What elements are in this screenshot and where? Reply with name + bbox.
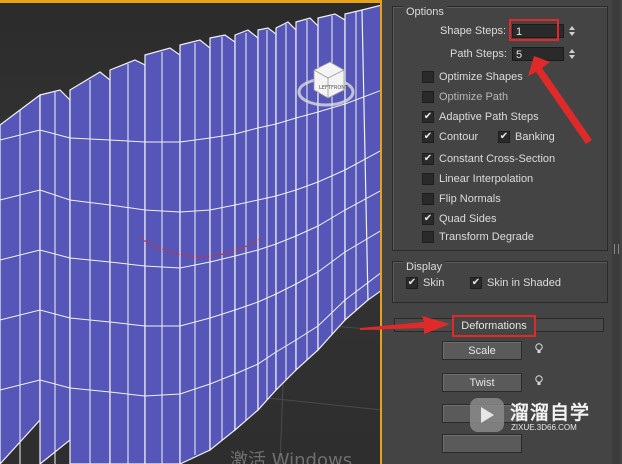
optimize-shapes-checkbox[interactable] (422, 71, 434, 83)
annotation-arrow-deformations (360, 316, 450, 334)
options-group-title: Options (403, 6, 447, 18)
constant-cross-section-checkbox[interactable]: ✔ (422, 153, 434, 165)
quad-sides-label: Quad Sides (439, 213, 497, 225)
optimize-shapes-row[interactable]: Optimize Shapes (422, 71, 523, 83)
os-watermark: 激活 Windows (230, 450, 353, 464)
linear-interpolation-row[interactable]: Linear Interpolation (422, 173, 533, 185)
scale-button[interactable]: Scale (442, 341, 522, 360)
flip-normals-label: Flip Normals (439, 193, 501, 205)
adaptive-path-steps-row[interactable]: ✔ Adaptive Path Steps (422, 111, 539, 123)
flip-normals-checkbox[interactable] (422, 193, 434, 205)
contour-row[interactable]: ✔ Contour (422, 131, 478, 143)
logo-badge-icon (470, 398, 504, 432)
viewcube-icon[interactable]: LEFT FRONT (296, 58, 356, 112)
path-steps-row: Path Steps: (450, 48, 507, 60)
scale-lightbulb-icon[interactable] (534, 343, 544, 355)
banking-row[interactable]: ✔ Banking (498, 131, 555, 143)
linear-interpolation-label: Linear Interpolation (439, 173, 534, 185)
transform-degrade-checkbox[interactable] (422, 231, 434, 243)
command-panel: Options Shape Steps: 1 Path Steps: 5 Opt… (360, 0, 622, 464)
path-steps-label: Path Steps: (450, 48, 507, 60)
contour-checkbox[interactable]: ✔ (422, 131, 434, 143)
quad-sides-row[interactable]: ✔ Quad Sides (422, 213, 496, 225)
flip-normals-row[interactable]: Flip Normals (422, 193, 501, 205)
viewcube-face-front: FRONT (331, 85, 349, 91)
shape-steps-label: Shape Steps: (440, 25, 507, 37)
twist-lightbulb-icon[interactable] (534, 375, 544, 387)
transform-degrade-row[interactable]: Transform Degrade (422, 231, 534, 243)
optimize-shapes-label: Optimize Shapes (439, 71, 523, 83)
optimize-path-label: Optimize Path (439, 91, 509, 103)
optimize-path-checkbox[interactable] (422, 91, 434, 103)
linear-interpolation-checkbox[interactable] (422, 173, 434, 185)
contour-label: Contour (439, 131, 479, 143)
viewport-active-border (0, 0, 380, 3)
skin-checkbox[interactable]: ✔ (406, 277, 418, 289)
constant-cross-section-label: Constant Cross-Section (439, 153, 556, 165)
optimize-path-row[interactable]: Optimize Path (422, 91, 508, 103)
display-group-title: Display (403, 261, 446, 273)
perspective-viewport[interactable]: LEFT FRONT 激活 Windows (0, 0, 382, 464)
constant-cross-section-row[interactable]: ✔ Constant Cross-Section (422, 153, 555, 165)
banking-checkbox[interactable]: ✔ (498, 131, 510, 143)
site-logo: 溜溜自学 ZIXUE.3D66.COM (470, 396, 591, 442)
adaptive-path-steps-checkbox[interactable]: ✔ (422, 111, 434, 123)
transform-degrade-label: Transform Degrade (439, 231, 534, 243)
skin-label: Skin (423, 277, 445, 289)
viewcube-face-left: LEFT (319, 85, 332, 91)
adaptive-path-steps-label: Adaptive Path Steps (439, 111, 539, 123)
shape-steps-row: Shape Steps: (440, 25, 506, 37)
quad-sides-checkbox[interactable]: ✔ (422, 213, 434, 225)
skin-in-shaded-row[interactable]: ✔ Skin in Shaded (470, 277, 561, 289)
logo-url: ZIXUE.3D66.COM (511, 423, 577, 432)
shape-steps-highlight (509, 19, 559, 41)
twist-button[interactable]: Twist (442, 373, 522, 392)
panel-scrollbar[interactable] (612, 0, 620, 464)
skin-in-shaded-checkbox[interactable]: ✔ (470, 277, 482, 289)
deformations-rollout-title[interactable]: Deformations (454, 320, 534, 332)
skin-row[interactable]: ✔ Skin (406, 277, 444, 289)
shape-steps-spinner[interactable] (567, 24, 576, 38)
logo-name: 溜溜自学 (510, 403, 591, 424)
banking-label: Banking (515, 131, 555, 143)
skin-in-shaded-label: Skin in Shaded (487, 277, 561, 289)
scrollbar-grip[interactable] (614, 244, 619, 254)
